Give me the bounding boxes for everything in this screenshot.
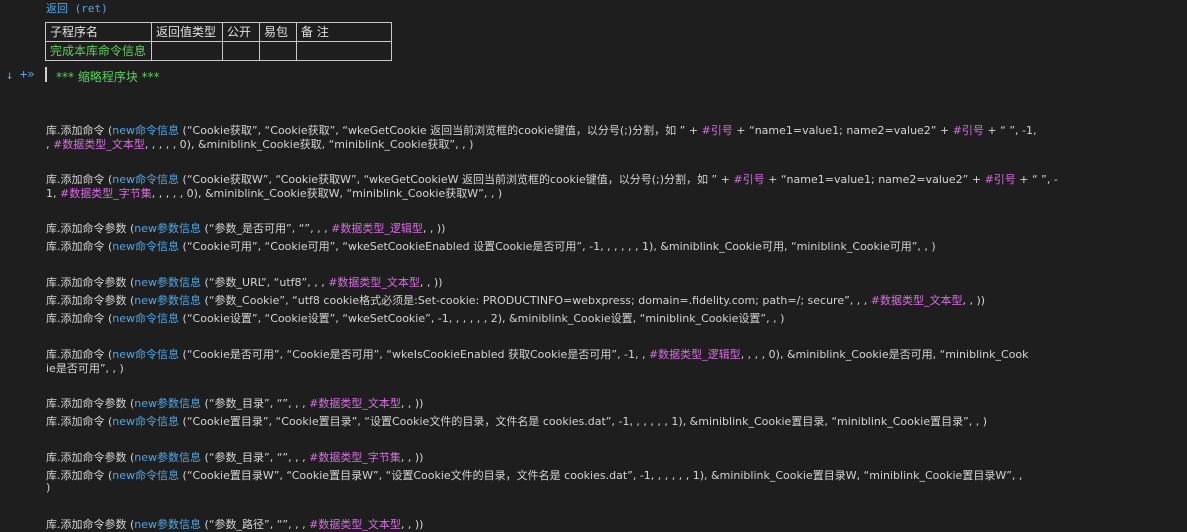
code-line[interactable]: 库.添加命令 (new命令信息 (“Cookie置目录”, “Cookie置目录…: [46, 413, 987, 429]
code-line[interactable]: 库.添加命令 (new命令信息 (“Cookie可用”, “Cookie可用”,…: [46, 238, 936, 254]
code-line[interactable]: 库.添加命令参数 (new参数信息 (“参数_Cookie”, “utf8 co…: [46, 292, 985, 308]
code-line[interactable]: 库.添加命令 (new命令信息 (“Cookie是否可用”, “Cookie是否…: [46, 346, 1029, 362]
expand-icon[interactable]: +»: [20, 67, 34, 81]
code-line[interactable]: ie是否可用”, , ): [46, 360, 124, 376]
text-cursor: [45, 67, 47, 82]
table-header-row: 子程序名 返回值类型 公开 易包 备 注: [45, 22, 392, 42]
breakpoint-arrow-icon[interactable]: ↓: [6, 68, 13, 82]
return-type-cell[interactable]: [151, 41, 223, 61]
code-line[interactable]: 库.添加命令 (new命令信息 (“Cookie设置”, “Cookie设置”,…: [46, 310, 784, 326]
code-line[interactable]: 库.添加命令参数 (new参数信息 (“参数_是否可用”, “”, , , #数…: [46, 220, 445, 236]
subroutine-table: 子程序名 返回值类型 公开 易包 备 注 完成本库命令信息: [45, 22, 392, 61]
collapsed-block[interactable]: *** 缩略程序块 ***: [56, 68, 160, 85]
return-statement[interactable]: 返回 (ret): [46, 0, 108, 16]
col-header-easy-pack[interactable]: 易包: [259, 22, 297, 42]
code-line[interactable]: 库.添加命令参数 (new参数信息 (“参数_路径”, “”, , , #数据类…: [46, 516, 423, 532]
code-line[interactable]: 库.添加命令参数 (new参数信息 (“参数_URL”, “utf8”, , ,…: [46, 274, 443, 290]
col-header-return-type[interactable]: 返回值类型: [151, 22, 223, 42]
easy-pack-cell[interactable]: [259, 41, 297, 61]
table-row: 完成本库命令信息: [45, 41, 392, 61]
code-line[interactable]: ): [46, 481, 50, 494]
code-line[interactable]: 1, #数据类型_字节集, , , , , 0), &miniblink_Coo…: [46, 185, 502, 201]
public-cell[interactable]: [222, 41, 260, 61]
col-header-public[interactable]: 公开: [222, 22, 260, 42]
code-line[interactable]: 库.添加命令 (new命令信息 (“Cookie置目录W”, “Cookie置目…: [46, 467, 1022, 483]
subroutine-name-cell[interactable]: 完成本库命令信息: [45, 41, 152, 61]
code-line[interactable]: 库.添加命令参数 (new参数信息 (“参数_目录”, “”, , , #数据类…: [46, 449, 423, 465]
col-header-name[interactable]: 子程序名: [45, 22, 152, 42]
code-line[interactable]: 库.添加命令参数 (new参数信息 (“参数_目录”, “”, , , #数据类…: [46, 395, 423, 411]
code-line[interactable]: , #数据类型_文本型, , , , , 0), &miniblink_Cook…: [46, 136, 473, 152]
remark-cell[interactable]: [296, 41, 392, 61]
col-header-remark[interactable]: 备 注: [296, 22, 392, 42]
